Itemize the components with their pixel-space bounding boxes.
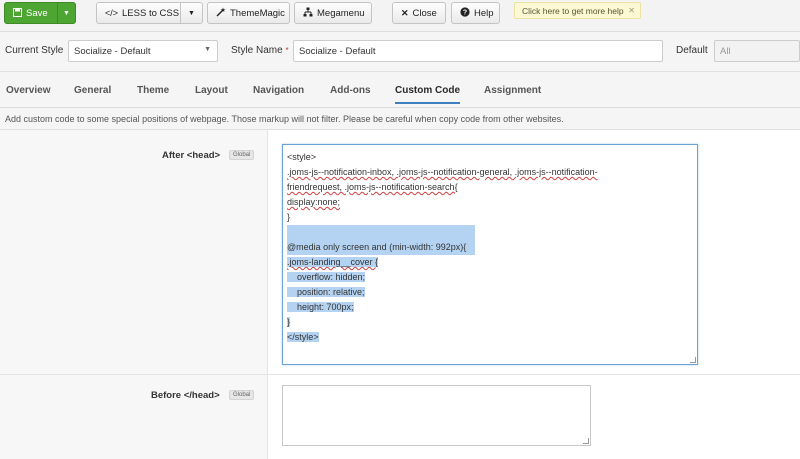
tab-overview[interactable]: Overview xyxy=(6,72,50,108)
before-head-label-col xyxy=(0,375,268,459)
tab-layout[interactable]: Layout xyxy=(195,72,228,108)
tab-label: Layout xyxy=(195,84,228,96)
default-value: All xyxy=(720,45,731,57)
save-label: Save xyxy=(26,7,48,19)
code-line: @media only screen and (min-width: 992px… xyxy=(287,240,475,255)
close-icon: ✕ xyxy=(401,7,409,18)
help-button[interactable]: ? Help xyxy=(451,2,500,24)
save-main[interactable]: Save xyxy=(5,3,57,23)
code-line: } xyxy=(287,212,291,222)
code-line: friendrequest, .joms-js--notification-se… xyxy=(287,182,458,192)
save-button[interactable]: Save ▼ xyxy=(4,2,76,24)
code-line: .joms-landing__cover { xyxy=(287,257,379,267)
question-circle-icon: ? xyxy=(460,7,470,19)
sitemap-icon xyxy=(303,7,313,19)
code-line: height: 700px; xyxy=(287,302,354,312)
before-head-code-textarea[interactable] xyxy=(282,385,591,446)
resize-grip-icon[interactable] xyxy=(583,438,589,444)
thememagic-button[interactable]: ThemeMagic xyxy=(207,2,290,24)
toolbar: Save ▼ </> LESS to CSS ▼ ThemeMagic Mega… xyxy=(0,0,800,32)
after-head-code-textarea[interactable]: <style> .joms-js--notification-inbox, .j… xyxy=(282,144,698,365)
code-line: } xyxy=(287,317,291,327)
tab-label: Add-ons xyxy=(330,84,371,96)
tab-bar: Overview General Theme Layout Navigation… xyxy=(0,72,800,108)
before-head-label: Before </head> xyxy=(151,390,220,401)
tab-assignment[interactable]: Assignment xyxy=(484,72,541,108)
floppy-disk-icon xyxy=(13,7,22,19)
style-name-input[interactable]: Socialize - Default xyxy=(293,40,663,62)
megamenu-button[interactable]: Megamenu xyxy=(294,2,372,24)
tab-theme[interactable]: Theme xyxy=(137,72,169,108)
before-head-row: Before </head> Global xyxy=(0,375,800,459)
required-marker: * xyxy=(285,46,289,55)
after-head-label: After <head> xyxy=(162,150,221,161)
tab-label: Assignment xyxy=(484,84,542,96)
global-badge: Global xyxy=(229,390,255,400)
tab-label: Theme xyxy=(137,84,170,96)
help-tooltip[interactable]: Click here to get more help ✕ xyxy=(514,2,641,19)
style-name-value: Socialize - Default xyxy=(299,45,376,57)
tab-label: General xyxy=(74,84,112,96)
default-select[interactable]: All xyxy=(714,40,800,62)
code-line: display:none; xyxy=(287,197,341,207)
thememagic-label: ThemeMagic xyxy=(230,7,285,19)
code-icon: </> xyxy=(105,7,119,18)
style-name-label-text: Style Name xyxy=(231,45,283,56)
tab-custom-code[interactable]: Custom Code xyxy=(395,72,460,108)
chevron-down-icon: ▼ xyxy=(204,46,211,53)
current-style-value: Socialize - Default xyxy=(74,45,151,57)
save-dropdown-caret-icon[interactable]: ▼ xyxy=(57,3,75,23)
close-button[interactable]: ✕ Close xyxy=(392,2,446,24)
less-to-css-main[interactable]: </> LESS to CSS xyxy=(97,3,180,23)
default-label: Default xyxy=(676,45,708,56)
style-name-label: Style Name * xyxy=(231,45,289,56)
code-line: <style> xyxy=(287,152,317,162)
tab-label: Custom Code xyxy=(395,84,460,96)
after-head-label-col xyxy=(0,130,268,374)
active-tab-indicator xyxy=(395,102,460,104)
code-line: .joms-js--notification-inbox, .joms-js--… xyxy=(287,167,598,177)
less-to-css-button[interactable]: </> LESS to CSS ▼ xyxy=(96,2,203,24)
custom-code-description: Add custom code to some special position… xyxy=(0,108,800,130)
megamenu-label: Megamenu xyxy=(317,7,365,19)
code-line: position: relative; xyxy=(287,287,365,297)
tab-add-ons[interactable]: Add-ons xyxy=(330,72,371,108)
after-head-row: After <head> Global <style> .joms-js--no… xyxy=(0,130,800,375)
current-style-label: Current Style xyxy=(5,45,64,56)
tab-general[interactable]: General xyxy=(74,72,111,108)
code-line xyxy=(287,225,475,240)
close-label: Close xyxy=(412,7,437,19)
svg-text:?: ? xyxy=(463,10,467,17)
help-label: Help xyxy=(474,7,494,19)
tab-label: Overview xyxy=(6,84,51,96)
help-tip-close-icon[interactable]: ✕ xyxy=(628,6,635,15)
global-badge: Global xyxy=(229,150,255,160)
code-line: </style> xyxy=(287,332,319,342)
tab-label: Navigation xyxy=(253,84,305,96)
less-to-css-label: LESS to CSS xyxy=(122,7,180,19)
current-style-select[interactable]: Socialize - Default ▼ xyxy=(68,40,218,62)
resize-grip-icon[interactable] xyxy=(690,357,696,363)
less-dropdown-caret-icon[interactable]: ▼ xyxy=(180,3,202,23)
style-row: Current Style Socialize - Default ▼ Styl… xyxy=(0,32,800,72)
tab-navigation[interactable]: Navigation xyxy=(253,72,304,108)
help-tip-text: Click here to get more help xyxy=(522,5,624,16)
code-line: overflow: hidden; xyxy=(287,272,366,282)
magic-wand-icon xyxy=(216,7,226,19)
